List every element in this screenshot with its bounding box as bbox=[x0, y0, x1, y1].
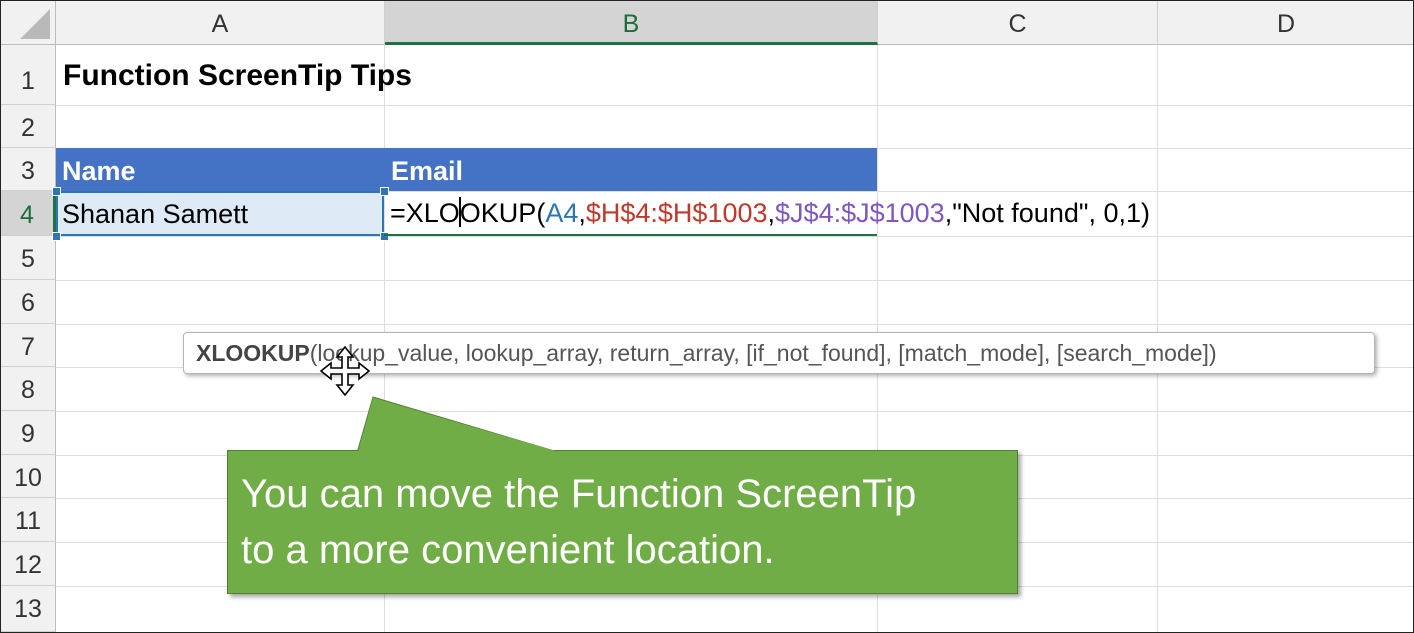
column-header-d[interactable]: D bbox=[1158, 1, 1413, 45]
row-header-5[interactable]: 5 bbox=[1, 236, 56, 280]
gridline bbox=[56, 324, 1413, 325]
row-header-4[interactable]: 4 bbox=[1, 191, 56, 236]
gridline bbox=[56, 105, 1413, 106]
callout-line-2: to a more convenient location. bbox=[241, 528, 775, 572]
formula-prefix: =XLO bbox=[390, 198, 460, 228]
row-header-13[interactable]: 13 bbox=[1, 586, 56, 632]
column-header-c[interactable]: C bbox=[878, 1, 1158, 45]
row-header-2[interactable]: 2 bbox=[1, 105, 56, 148]
formula-comma: , bbox=[578, 198, 586, 228]
gridline bbox=[56, 280, 1413, 281]
row-header-12[interactable]: 12 bbox=[1, 542, 56, 586]
callout-text: You can move the Function ScreenTip to a… bbox=[241, 466, 1011, 578]
formula-rest: ,"Not found", 0,1) bbox=[944, 198, 1150, 228]
gridline bbox=[56, 236, 1413, 237]
select-all-corner-icon bbox=[20, 9, 50, 39]
row-header-11[interactable]: 11 bbox=[1, 498, 56, 542]
move-cursor-icon bbox=[319, 345, 371, 397]
row-header-3[interactable]: 3 bbox=[1, 148, 56, 191]
row-header-8[interactable]: 8 bbox=[1, 367, 56, 411]
spreadsheet-grid: A B C D 1 2 3 4 5 6 7 8 9 10 11 12 13 Fu… bbox=[0, 0, 1414, 633]
row-header-1[interactable]: 1 bbox=[1, 45, 56, 105]
screentip-arguments: (lookup_value, lookup_array, return_arra… bbox=[309, 340, 1217, 366]
formula-arg-lookup-value: A4 bbox=[545, 198, 579, 228]
cell-b3-header[interactable]: Email bbox=[385, 148, 877, 191]
reference-handle[interactable] bbox=[52, 232, 61, 241]
gridline bbox=[56, 411, 1413, 412]
reference-handle[interactable] bbox=[52, 187, 61, 196]
callout-line-1: You can move the Function ScreenTip bbox=[241, 472, 917, 516]
formula-func: OKUP( bbox=[459, 198, 546, 228]
column-header-a[interactable]: A bbox=[56, 1, 385, 45]
row-header-6[interactable]: 6 bbox=[1, 280, 56, 324]
formula-arg-return-array: $J$4:$J$1003 bbox=[775, 198, 945, 228]
row-header-7[interactable]: 7 bbox=[1, 324, 56, 367]
select-all-button[interactable] bbox=[1, 1, 56, 45]
screentip-function-name[interactable]: XLOOKUP bbox=[196, 340, 310, 366]
column-header-b[interactable]: B bbox=[385, 1, 878, 45]
formula-comma: , bbox=[767, 198, 776, 228]
cell-a4[interactable]: Shanan Samett bbox=[62, 199, 248, 230]
row-header-9[interactable]: 9 bbox=[1, 411, 56, 455]
cell-a1-title[interactable]: Function ScreenTip Tips bbox=[63, 59, 412, 93]
formula-arg-lookup-array: $H$4:$H$1003 bbox=[585, 198, 768, 228]
row-header-10[interactable]: 10 bbox=[1, 455, 56, 498]
cell-b4-formula[interactable]: =XLOOKUP(A4,$H$4:$H$1003,$J$4:$J$1003,"N… bbox=[390, 197, 1150, 229]
cell-a3-header[interactable]: Name bbox=[56, 148, 384, 191]
